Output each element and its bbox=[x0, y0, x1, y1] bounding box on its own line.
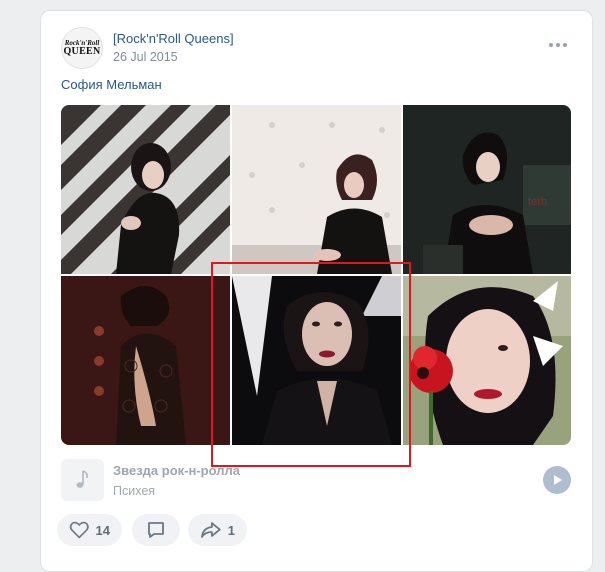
audio-title[interactable]: Звезда рок-н-ролла bbox=[113, 463, 240, 478]
comment-button[interactable] bbox=[132, 514, 180, 546]
avatar-logo-line2: QUEEN bbox=[63, 45, 101, 57]
photo-6[interactable] bbox=[403, 276, 571, 445]
group-avatar[interactable]: Rock'n'Roll QUEEN bbox=[61, 27, 103, 69]
post-date[interactable]: 26 Jul 2015 bbox=[113, 50, 178, 64]
audio-artist[interactable]: Психея bbox=[113, 484, 155, 498]
share-icon bbox=[201, 522, 221, 538]
like-button[interactable]: 14 bbox=[57, 514, 122, 546]
svg-text:terh: terh bbox=[528, 196, 547, 208]
photo-1[interactable] bbox=[61, 105, 230, 274]
group-name-link[interactable]: [Rock'n'Roll Queens] bbox=[113, 31, 234, 46]
play-icon[interactable] bbox=[543, 466, 571, 494]
music-note-icon bbox=[61, 459, 104, 501]
heart-icon bbox=[69, 521, 89, 539]
author-link[interactable]: София Мельман bbox=[61, 77, 162, 92]
photo-3[interactable]: terh bbox=[403, 105, 571, 274]
photo-2[interactable] bbox=[232, 105, 401, 274]
post-card: Rock'n'Roll QUEEN [Rock'n'Roll Queens] 2… bbox=[40, 10, 593, 572]
share-button[interactable]: 1 bbox=[188, 514, 247, 546]
like-count: 14 bbox=[95, 522, 110, 538]
more-options-icon[interactable] bbox=[546, 36, 570, 54]
share-count: 1 bbox=[227, 522, 235, 538]
photo-5[interactable] bbox=[232, 276, 401, 445]
photo-4[interactable] bbox=[61, 276, 230, 445]
comment-icon bbox=[148, 522, 164, 538]
